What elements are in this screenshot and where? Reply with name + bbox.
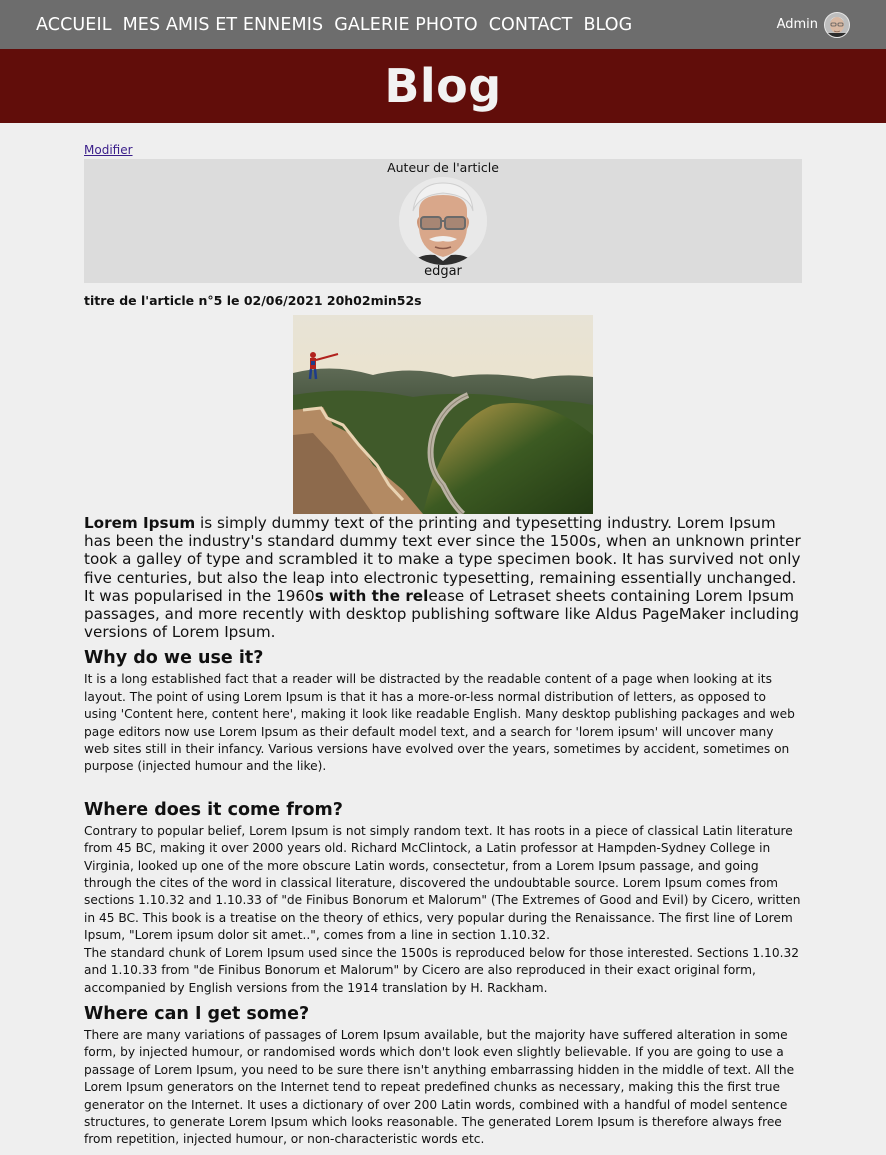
user-avatar-icon[interactable]: [824, 11, 850, 38]
section-paragraph-where-from-2: The standard chunk of Lorem Ipsum used s…: [84, 945, 799, 995]
article-intro: Lorem Ipsum is simply dummy text of the …: [84, 514, 802, 641]
great-wall-photo: [293, 315, 593, 514]
user-name[interactable]: Admin: [777, 17, 818, 32]
author-caption: Auteur de l'article: [387, 160, 499, 175]
page-banner: Blog: [0, 49, 886, 123]
top-navbar: ACCUEIL MES AMIS ET ENNEMIS GALERIE PHOT…: [0, 0, 886, 49]
author-avatar-photo: [399, 177, 487, 265]
nav-link-blog[interactable]: BLOG: [583, 15, 632, 35]
intro-bold-mid: s with the rel: [314, 586, 429, 605]
section-paragraph-where-from-1: Contrary to popular belief, Lorem Ipsum …: [84, 823, 801, 943]
section-heading-get-some: Where can I get some?: [84, 1003, 310, 1024]
article-title: titre de l'article n°5 le 02/06/2021 20h…: [84, 293, 422, 308]
section-heading-why: Why do we use it?: [84, 648, 264, 669]
nav-link-amis-ennemis[interactable]: MES AMIS ET ENNEMIS: [123, 15, 324, 35]
page-title: Blog: [384, 59, 502, 113]
nav-links: ACCUEIL MES AMIS ET ENNEMIS GALERIE PHOT…: [36, 0, 643, 49]
nav-link-accueil[interactable]: ACCUEIL: [36, 15, 112, 35]
nav-link-contact[interactable]: CONTACT: [489, 15, 573, 35]
author-box: Auteur de l'article edgar: [84, 159, 802, 283]
section-paragraph-why: It is a long established fact that a rea…: [84, 672, 795, 774]
article-content: Modifier Auteur de l'article edgar titre…: [84, 123, 802, 1149]
nav-link-galerie-photo[interactable]: GALERIE PHOTO: [334, 15, 478, 35]
user-menu[interactable]: Admin: [777, 0, 850, 49]
section-heading-where-from: Where does it come from?: [84, 799, 343, 820]
author-name: edgar: [424, 264, 462, 279]
section-paragraph-get-some: There are many variations of passages of…: [84, 1027, 795, 1147]
intro-bold-lead: Lorem Ipsum: [84, 514, 196, 532]
edit-article-link[interactable]: Modifier: [84, 143, 133, 157]
